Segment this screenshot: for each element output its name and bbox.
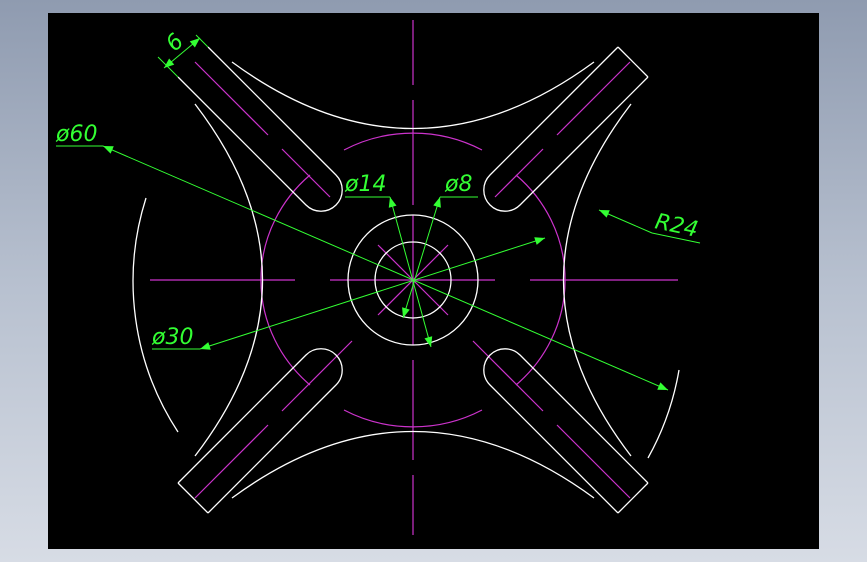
bore-diameter-label: ø14: [344, 172, 386, 197]
diagonal-centerline-nw-outer: [194, 61, 269, 136]
slot-se-cap: [617, 482, 649, 514]
slot-se: [483, 348, 649, 514]
outer-circle-arc-left: [132, 197, 179, 433]
bore-diameter-dim-line: [388, 196, 433, 348]
slot-sw: [177, 348, 343, 514]
pitch-diameter-label: ø30: [151, 325, 193, 350]
slot-width-ext-1: [195, 34, 209, 48]
slot-width-label: 6: [161, 29, 189, 57]
slot-ne-cap: [617, 46, 649, 78]
diagonal-centerline-se-outer: [556, 424, 631, 499]
center-lines: [150, 20, 678, 535]
hole-diameter-label: ø8: [444, 172, 472, 197]
slot-nw: [177, 46, 343, 212]
diagonal-centerline-nw-inner: [281, 148, 331, 198]
slot-ne: [483, 46, 649, 212]
outer-diameter-label: ø60: [55, 122, 97, 147]
diagonal-centerline-se-inner: [472, 340, 544, 412]
slot-sw-cap: [177, 482, 209, 514]
diagonal-centerline-sw-outer: [194, 424, 269, 499]
slot-width-ext-2: [157, 56, 179, 78]
diagonal-centerline-ne-outer: [556, 61, 631, 136]
arc-radius-leader: [598, 209, 653, 234]
arc-radius-label: R24: [653, 209, 701, 242]
pitch-diameter-dim-line: [199, 237, 546, 350]
cad-drawing-viewport[interactable]: 6 ø60 ø14 ø8 ø30 R24: [48, 13, 819, 549]
cad-drawing: 6 ø60 ø14 ø8 ø30 R24: [55, 20, 701, 535]
